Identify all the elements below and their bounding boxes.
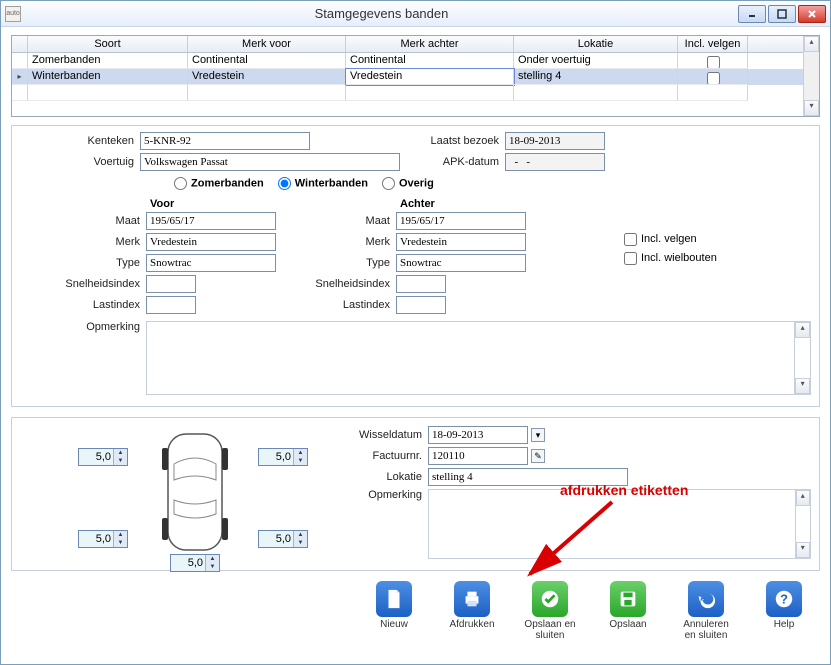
grid-scrollbar[interactable]: ▴ ▾ [803,36,819,116]
achter-snelheidsindex-field[interactable] [396,275,446,293]
incl-wielbouten-check[interactable]: Incl. wielbouten [620,252,717,264]
annuleren-en-sluiten-button[interactable]: Annuleren en sluiten [678,581,734,641]
scroll-up-icon[interactable]: ▴ [795,322,810,338]
help-button[interactable]: ? Help [756,581,812,641]
incl-velgen-check[interactable]: Incl. velgen [620,233,697,245]
tire-sets-grid[interactable]: Soort Merk voor Merk achter Lokatie Incl… [11,35,820,117]
new-document-icon [376,581,412,617]
kenteken-field[interactable] [140,132,310,150]
achter-last-label: Lastindex [310,299,396,311]
col-merk-achter: Merk achter [346,36,514,52]
date-picker-button[interactable]: ▾ [531,428,545,442]
depth-rr-stepper[interactable]: ▲▼ [258,530,308,548]
lookup-factuur-button[interactable]: ✎ [531,449,545,463]
nieuw-button[interactable]: Nieuw [366,581,422,641]
opslaan-button[interactable]: Opslaan [600,581,656,641]
vehicle-form: Kenteken Laatst bezoek Voertuig APK-datu… [11,125,820,407]
factuurnr-field[interactable] [428,447,528,465]
radio-winterbanden[interactable]: Winterbanden [264,177,368,190]
achter-type-label: Type [310,257,396,269]
grid-row[interactable]: Zomerbanden Continental Continental Onde… [12,53,803,69]
achter-lastindex-field[interactable] [396,296,446,314]
opslaan-en-sluiten-button[interactable]: Opslaan en sluiten [522,581,578,641]
radio-zomerbanden[interactable]: Zomerbanden [160,177,264,190]
app-icon: auto [5,6,21,22]
apk-datum-label: APK-datum [400,156,505,168]
achter-merk-label: Merk [310,236,396,248]
help-icon: ? [766,581,802,617]
achter-heading: Achter [400,198,570,210]
window-title: Stamgegevens banden [27,6,736,21]
afdrukken-button[interactable]: Afdrukken [444,581,500,641]
laatst-bezoek-field [505,132,605,150]
titlebar: auto Stamgegevens banden [1,1,830,27]
opmerking-scrollbar[interactable]: ▴ ▾ [795,321,811,395]
grid-row[interactable] [12,85,803,101]
arrow-icon [512,496,622,586]
scroll-down-icon[interactable]: ▾ [804,100,819,116]
voor-snel-label: Snelheidsindex [20,278,146,290]
voor-merk-label: Merk [20,236,146,248]
incl-velgen-checkbox[interactable] [707,72,720,85]
scroll-up-icon[interactable]: ▴ [796,490,810,506]
voor-snelheidsindex-field[interactable] [146,275,196,293]
undo-icon [688,581,724,617]
wissel-opmerking-label: Opmerking [348,489,428,501]
laatst-bezoek-label: Laatst bezoek [310,135,505,147]
factuurnr-label: Factuurnr. [348,450,428,462]
kenteken-label: Kenteken [20,135,140,147]
voertuig-label: Voertuig [20,156,140,168]
voor-type-field[interactable] [146,254,276,272]
voor-heading: Voor [150,198,280,210]
achter-merk-field[interactable] [396,233,526,251]
wisseldatum-field[interactable] [428,426,528,444]
action-bar: Nieuw Afdrukken Opslaan en sluiten Opsla… [11,581,820,641]
voor-last-label: Lastindex [20,299,146,311]
scroll-down-icon[interactable]: ▾ [795,378,810,394]
scroll-up-icon[interactable]: ▴ [804,36,819,52]
current-row-marker: ▸ [12,69,28,85]
voor-maat-field[interactable] [146,212,276,230]
apk-datum-field [505,153,605,171]
depth-fl-stepper[interactable]: ▲▼ [78,448,128,466]
opmerking-label: Opmerking [20,321,146,333]
car-diagram: ▲▼ ▲▼ ▲▼ ▲▼ ▲▼ [20,426,320,562]
achter-maat-label: Maat [310,215,396,227]
grid-header: Soort Merk voor Merk achter Lokatie Incl… [12,36,803,53]
minimize-button[interactable] [738,5,766,23]
depth-fr-stepper[interactable]: ▲▼ [258,448,308,466]
opmerking-textarea[interactable] [146,321,795,395]
car-icon [160,428,230,558]
wissel-opmerking-scrollbar[interactable]: ▴ ▾ [796,489,811,559]
achter-snel-label: Snelheidsindex [310,278,396,290]
col-lokatie: Lokatie [514,36,678,52]
voor-merk-field[interactable] [146,233,276,251]
col-soort: Soort [28,36,188,52]
svg-text:?: ? [780,592,788,607]
col-incl-velgen: Incl. velgen [678,36,748,52]
voor-type-label: Type [20,257,146,269]
save-icon [610,581,646,617]
voor-maat-label: Maat [20,215,146,227]
col-merk-voor: Merk voor [188,36,346,52]
printer-icon [454,581,490,617]
wissel-panel: ▲▼ ▲▼ ▲▼ ▲▼ ▲▼ Wisseldatum ▾ Factu [11,417,820,571]
scroll-down-icon[interactable]: ▾ [796,542,810,558]
voor-lastindex-field[interactable] [146,296,196,314]
lokatie-label: Lokatie [348,471,428,483]
wisseldatum-label: Wisseldatum [348,429,428,441]
close-button[interactable] [798,5,826,23]
depth-rl-stepper[interactable]: ▲▼ [78,530,128,548]
voertuig-field[interactable] [140,153,400,171]
radio-overig[interactable]: Overig [368,177,434,190]
achter-maat-field[interactable] [396,212,526,230]
maximize-button[interactable] [768,5,796,23]
grid-row[interactable]: ▸ Winterbanden Vredestein Vredestein ste… [12,69,803,85]
achter-type-field[interactable] [396,254,526,272]
incl-velgen-checkbox[interactable] [707,56,720,69]
check-icon [532,581,568,617]
